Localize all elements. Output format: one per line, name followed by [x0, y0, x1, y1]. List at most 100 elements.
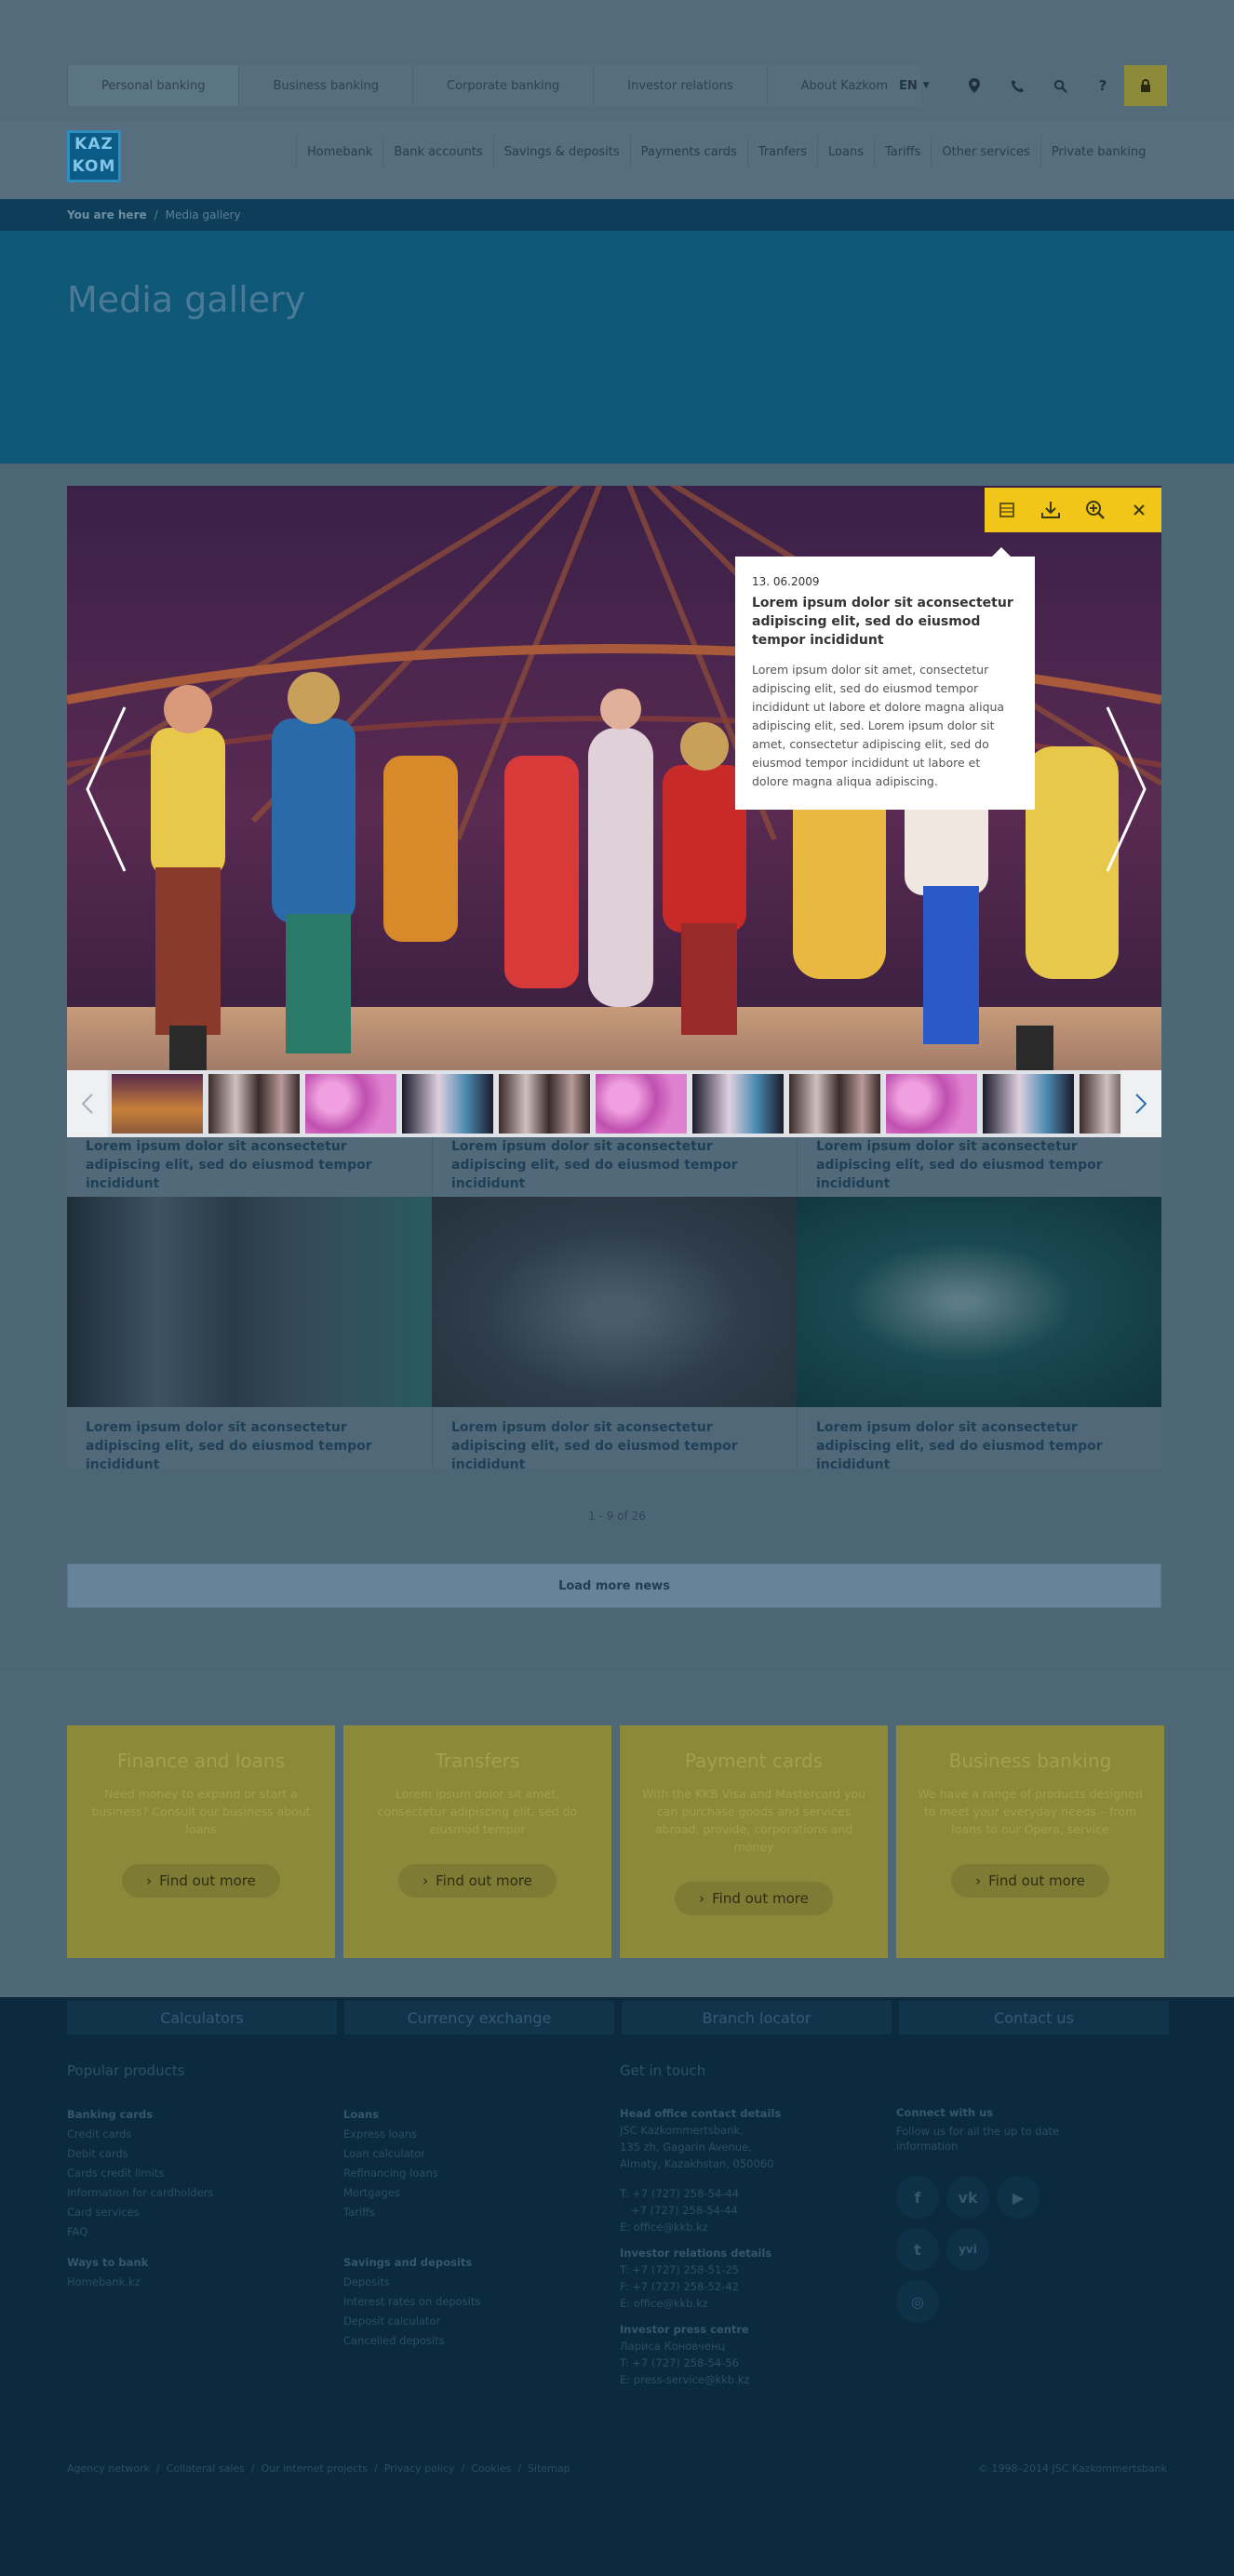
topnav-business-banking[interactable]: Business banking: [238, 65, 413, 106]
gallery-item[interactable]: Lorem ipsum dolor sit aconsectetur adipi…: [797, 1137, 1161, 1197]
footer-tab-calculators[interactable]: Calculators: [67, 2001, 337, 2034]
yvi-icon[interactable]: yvi: [946, 2228, 989, 2271]
contact-line[interactable]: E: press-service@kkb.kz: [620, 2371, 880, 2388]
thumbnail[interactable]: [112, 1074, 203, 1134]
thumbnail[interactable]: [983, 1074, 1074, 1134]
footer-link[interactable]: Loan calculator: [343, 2144, 604, 2164]
youtube-icon[interactable]: ▶: [997, 2176, 1040, 2219]
thumbnail[interactable]: [692, 1074, 784, 1134]
instagram-icon[interactable]: ◎: [896, 2280, 939, 2323]
legal-link[interactable]: Our internet projects: [262, 2462, 369, 2475]
thumbnail[interactable]: [596, 1074, 687, 1134]
contact-line[interactable]: E: office@kkb.kz: [620, 2219, 880, 2235]
footer-link[interactable]: Deposit calculator: [343, 2312, 604, 2331]
footer-subheading: Head office contact details: [620, 2107, 782, 2120]
nav-savings-deposits[interactable]: Savings & deposits: [492, 136, 630, 168]
footer-tab-branch-locator[interactable]: Branch locator: [622, 2001, 892, 2034]
login-button[interactable]: [1124, 65, 1167, 106]
help-icon[interactable]: ?: [1081, 65, 1124, 106]
topnav-corporate-banking[interactable]: Corporate banking: [412, 65, 594, 106]
nav-bank-accounts[interactable]: Bank accounts: [382, 136, 492, 168]
footer-subheading: Investor press centre: [620, 2323, 749, 2336]
footer-link[interactable]: Debit cards: [67, 2144, 328, 2164]
thumbnail[interactable]: [402, 1074, 493, 1134]
footer-link[interactable]: Tariffs: [343, 2203, 604, 2222]
legal-link[interactable]: Sitemap: [528, 2462, 570, 2475]
footer-link[interactable]: Information for cardholders: [67, 2183, 328, 2203]
top-navigation: Personal banking Business banking Corpor…: [67, 65, 921, 106]
topnav-personal-banking[interactable]: Personal banking: [67, 65, 239, 106]
gallery-image[interactable]: [797, 1197, 1161, 1407]
footer-tab-contact-us[interactable]: Contact us: [899, 2001, 1169, 2034]
address-line: JSC Kazkommertsbank,: [620, 2124, 744, 2137]
legal-link[interactable]: Collateral sales: [167, 2462, 245, 2475]
gallery-image[interactable]: [67, 1197, 432, 1407]
download-icon[interactable]: [1029, 488, 1074, 532]
gallery-icon[interactable]: [985, 488, 1029, 532]
gallery-image[interactable]: [432, 1197, 797, 1407]
legal-link[interactable]: Cookies: [471, 2462, 511, 2475]
breadcrumb-label: You are here: [67, 208, 147, 221]
button-label: Find out more: [988, 1872, 1085, 1889]
gallery-grid-row-2: [67, 1197, 1161, 1407]
find-out-more-button[interactable]: › Find out more: [122, 1864, 280, 1898]
footer-link[interactable]: Interest rates on deposits: [343, 2292, 604, 2312]
nav-private-banking[interactable]: Private banking: [1040, 136, 1157, 168]
footer-link[interactable]: Homebank.kz: [67, 2273, 328, 2292]
legal-link[interactable]: Agency network: [67, 2462, 150, 2475]
gallery-item[interactable]: Lorem ipsum dolor sit aconsectetur adipi…: [432, 1137, 797, 1197]
footer-link[interactable]: FAQ: [67, 2222, 328, 2242]
topnav-investor-relations[interactable]: Investor relations: [593, 65, 767, 106]
next-photo-arrow[interactable]: [1104, 705, 1148, 873]
thumbnail[interactable]: [208, 1074, 300, 1134]
kazkom-logo[interactable]: KAZ KOM: [67, 130, 121, 182]
contact-line[interactable]: E: office@kkb.kz: [620, 2295, 880, 2312]
nav-other-services[interactable]: Other services: [931, 136, 1040, 168]
facebook-icon[interactable]: f: [896, 2176, 939, 2219]
thumbnail[interactable]: [499, 1074, 590, 1134]
thumbnail[interactable]: [305, 1074, 396, 1134]
zoom-icon[interactable]: [1073, 488, 1118, 532]
nav-transfers[interactable]: Tranfers: [746, 136, 817, 168]
footer-link[interactable]: Mortgages: [343, 2183, 604, 2203]
close-icon[interactable]: [1118, 488, 1162, 532]
gallery-item[interactable]: Lorem ipsum dolor sit aconsectetur adipi…: [797, 1407, 1161, 1472]
load-more-button[interactable]: Load more news: [67, 1563, 1161, 1608]
footer-link[interactable]: Express loans: [343, 2125, 604, 2144]
find-out-more-button[interactable]: › Find out more: [398, 1864, 557, 1898]
promo-title: Business banking: [948, 1750, 1112, 1772]
gallery-item[interactable]: Lorem ipsum dolor sit aconsectetur adipi…: [67, 1137, 432, 1197]
thumbnail[interactable]: [886, 1074, 977, 1134]
nav-tariffs[interactable]: Tariffs: [873, 136, 931, 168]
find-out-more-button[interactable]: › Find out more: [675, 1882, 833, 1915]
thumbnail[interactable]: [1080, 1074, 1120, 1134]
footer-link[interactable]: Refinancing loans: [343, 2164, 604, 2183]
button-label: Find out more: [436, 1872, 532, 1889]
footer-tab-currency-exchange[interactable]: Currency exchange: [344, 2001, 614, 2034]
nav-homebank[interactable]: Homebank: [296, 136, 382, 168]
chevron-right-icon: ›: [699, 1890, 705, 1907]
footer-link[interactable]: Credit cards: [67, 2125, 328, 2144]
legal-link[interactable]: Privacy policy: [384, 2462, 455, 2475]
footer-link[interactable]: Cards credit limits: [67, 2164, 328, 2183]
search-icon[interactable]: [1039, 65, 1081, 106]
phone-icon[interactable]: [996, 65, 1039, 106]
nav-loans[interactable]: Loans: [817, 136, 874, 168]
chevron-down-icon: ▼: [922, 81, 930, 90]
thumbs-next-button[interactable]: [1120, 1070, 1161, 1137]
footer-link[interactable]: Card services: [67, 2203, 328, 2222]
thumbs-prev-button[interactable]: [67, 1070, 108, 1137]
twitter-icon[interactable]: t: [896, 2228, 939, 2271]
location-icon[interactable]: [953, 65, 996, 106]
language-selector[interactable]: EN ▼: [899, 65, 930, 106]
find-out-more-button[interactable]: › Find out more: [951, 1864, 1109, 1898]
nav-payment-cards[interactable]: Payments cards: [629, 136, 747, 168]
footer-link[interactable]: Cancelled deposits: [343, 2331, 604, 2351]
thumbnail[interactable]: [789, 1074, 880, 1134]
footer-link[interactable]: Deposits: [343, 2273, 604, 2292]
gallery-item[interactable]: Lorem ipsum dolor sit aconsectetur adipi…: [432, 1407, 797, 1472]
gallery-item[interactable]: Lorem ipsum dolor sit aconsectetur adipi…: [67, 1407, 432, 1472]
prev-photo-arrow[interactable]: [84, 705, 128, 873]
vk-icon[interactable]: vk: [946, 2176, 989, 2219]
footer-subheading: Loans: [343, 2108, 380, 2121]
